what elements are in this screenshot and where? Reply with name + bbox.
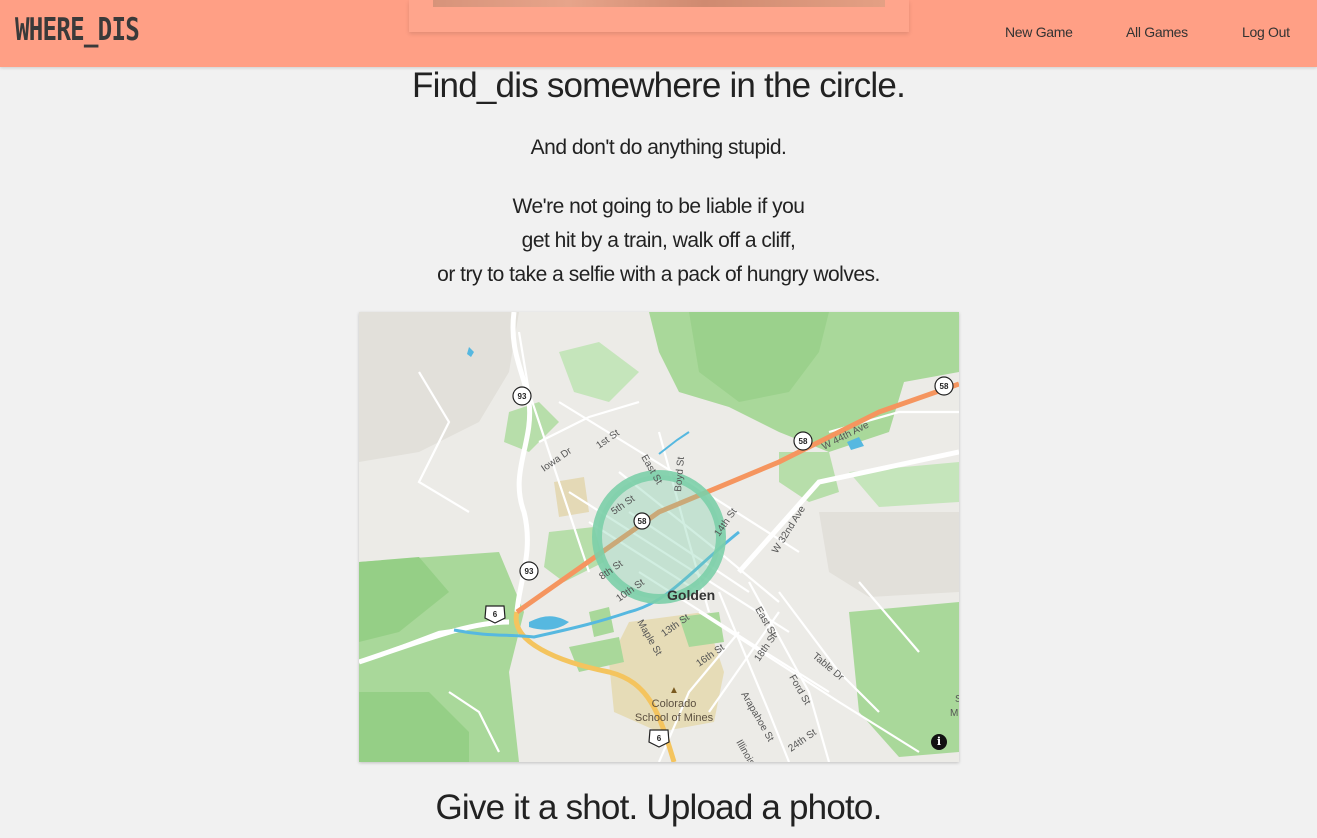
highway-93-shield-top: 93 — [512, 386, 532, 406]
campus-label-line2: School of Mines — [635, 712, 714, 724]
svg-text:58: 58 — [638, 517, 647, 526]
city-label: Golden — [667, 587, 715, 603]
page-subtitle: And don't do anything stupid. — [530, 136, 787, 159]
campus-label-line1: Colorado — [652, 698, 697, 710]
edge-label-m: M — [950, 708, 958, 719]
map-info-icon[interactable]: i — [931, 734, 947, 750]
search-area-map[interactable]: 93 93 58 58 58 6 6 Golden Colorado Schoo… — [359, 312, 959, 762]
new-game-link[interactable]: New Game — [1005, 24, 1073, 40]
target-photo-thumbnail — [433, 0, 885, 7]
svg-text:58: 58 — [799, 437, 808, 446]
highway-93-shield-bottom: 93 — [519, 561, 539, 581]
edge-label-s: S — [955, 694, 959, 705]
log-out-link[interactable]: Log Out — [1242, 24, 1290, 40]
page-title: Find_dis somewhere in the circle. — [412, 66, 906, 105]
disclaimer-text: We're not going to be liable if you get … — [0, 190, 1317, 292]
highway-58-shield-mid: 58 — [793, 431, 813, 451]
svg-text:93: 93 — [525, 567, 534, 576]
campus-icon: ▲ — [669, 685, 679, 696]
target-search-circle — [592, 470, 726, 604]
disclaimer-line: or try to take a selfie with a pack of h… — [437, 263, 880, 286]
all-games-link[interactable]: All Games — [1126, 24, 1188, 40]
target-photo-card — [409, 0, 909, 32]
map-canvas[interactable]: 93 93 58 58 58 6 6 Golden Colorado Schoo… — [359, 312, 959, 762]
highway-58-shield-right: 58 — [934, 376, 954, 396]
disclaimer-line: get hit by a train, walk off a cliff, — [521, 229, 796, 252]
svg-text:58: 58 — [940, 382, 949, 391]
highway-58-shield-center: 58 — [633, 512, 651, 530]
upload-prompt: Give it a shot. Upload a photo. — [435, 788, 882, 827]
svg-text:6: 6 — [493, 610, 498, 619]
disclaimer-line: We're not going to be liable if you — [512, 195, 805, 218]
site-logo[interactable]: WHERE_DIS — [15, 12, 140, 48]
svg-text:93: 93 — [518, 392, 527, 401]
svg-text:6: 6 — [657, 734, 662, 743]
nav-menu: New Game All Games Log Out — [977, 0, 1317, 67]
top-navbar: WHERE_DIS New Game All Games Log Out — [0, 0, 1317, 67]
